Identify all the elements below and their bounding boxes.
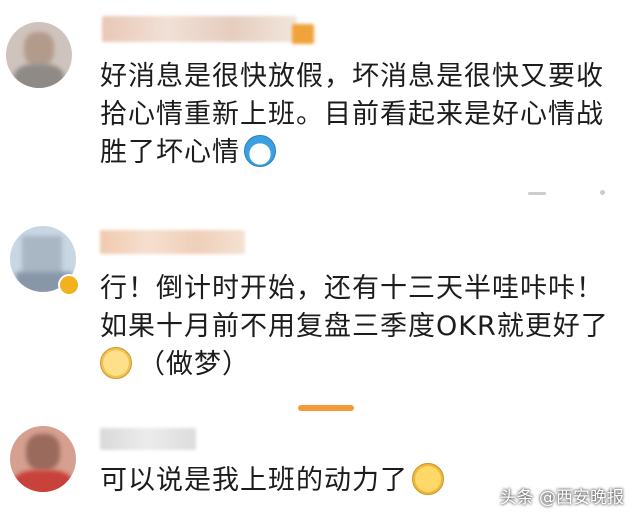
section-divider: [298, 405, 354, 411]
comment-line-2: 如果十月前不用复盘三季度OKR就更好了: [100, 311, 609, 342]
watermark: 头条 @西安晚报: [499, 488, 624, 508]
username-blurred[interactable]: [100, 428, 196, 450]
comment-line-1: 行！倒计时开始，还有十三天半哇咔咔！: [100, 273, 604, 304]
crying-face-icon: [412, 463, 444, 495]
reply-icon[interactable]: [528, 192, 546, 195]
verified-badge-icon: [58, 274, 80, 296]
comment-text: 行！倒计时开始，还有十三天半哇咔咔！ 如果十月前不用复盘三季度OKR就更好了 （…: [100, 270, 620, 384]
glasses-face-icon: [100, 347, 132, 379]
comment-text: 好消息是很快放假，坏消息是很快又要收拾心情重新上班。目前看起来是好心情战胜了坏心…: [100, 61, 604, 168]
avatar[interactable]: [10, 426, 76, 492]
more-icon[interactable]: [600, 190, 605, 195]
username-blurred[interactable]: [100, 230, 245, 254]
comment-extra: （做梦）: [138, 349, 250, 380]
doraemon-icon: [244, 135, 276, 167]
avatar[interactable]: [6, 22, 72, 88]
username-blurred[interactable]: [102, 16, 297, 42]
vip-badge-icon: [292, 24, 314, 44]
